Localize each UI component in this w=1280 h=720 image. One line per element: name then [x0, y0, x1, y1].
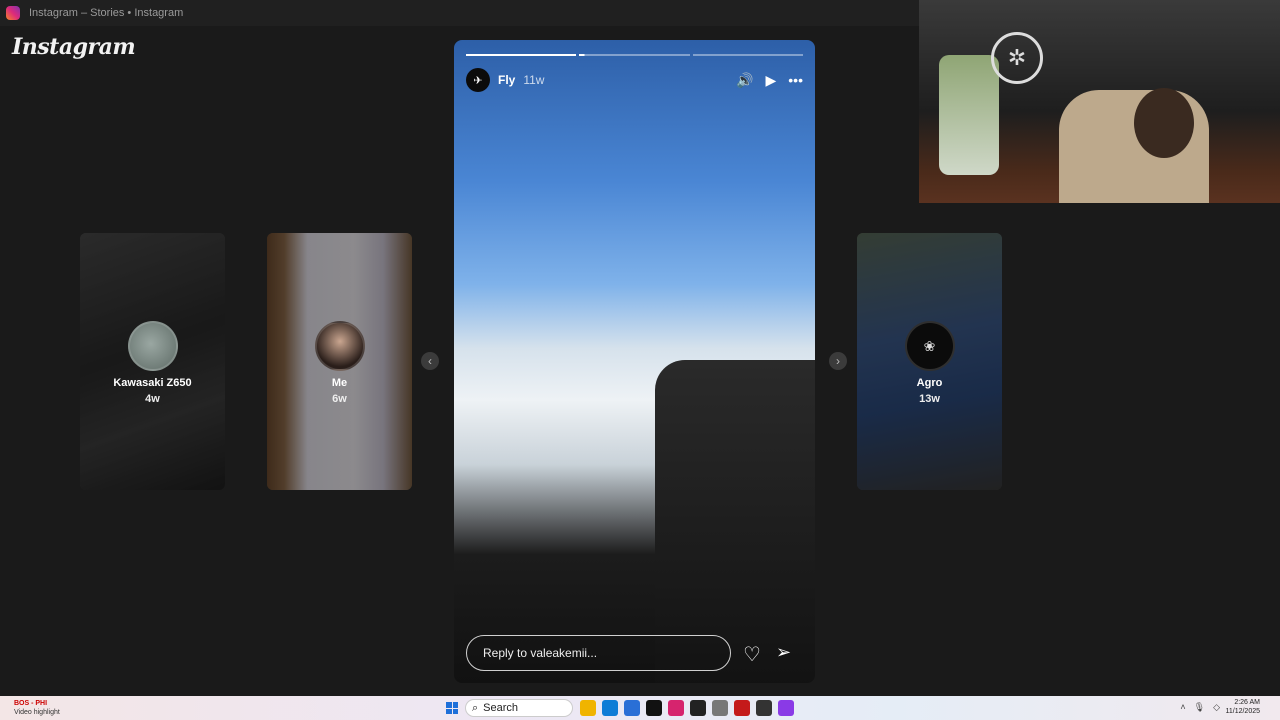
play-icon[interactable]: ▶: [766, 72, 777, 89]
streamer-head: [1134, 88, 1194, 158]
window-title: Instagram – Stories • Instagram: [29, 7, 184, 19]
instagram-icon[interactable]: [668, 700, 684, 716]
heart-icon[interactable]: ♡: [743, 642, 761, 667]
story-card-kawasaki[interactable]: Kawasaki Z650 4w: [80, 233, 225, 490]
taskbar-clock[interactable]: 2:26 AM 11/12/2025: [1225, 698, 1260, 716]
story-author-avatar[interactable]: ✈: [466, 68, 490, 92]
mic-icon[interactable]: 🎙: [1194, 702, 1205, 713]
progress-segment: [579, 54, 690, 56]
chevron-up-icon[interactable]: ˄: [1180, 702, 1185, 713]
taskbar-apps: [580, 700, 794, 716]
story-controls: 🔊 ▶ •••: [736, 72, 803, 89]
progress-segment: [692, 54, 803, 56]
active-story[interactable]: ✈ Fly 11w 🔊 ▶ ••• ♡ ➢: [454, 40, 815, 683]
story-card-agro[interactable]: ❀ Agro 13w: [857, 233, 1002, 490]
more-icon[interactable]: •••: [788, 72, 803, 88]
steering-wheel-icon: ✲: [991, 32, 1043, 84]
story-username: Me: [331, 377, 348, 389]
story-progress-bar: [466, 54, 803, 56]
story-card-me[interactable]: Me 6w: [267, 233, 412, 490]
taskbar-search[interactable]: ⌕ Search: [465, 699, 573, 717]
webcam-overlay: ✲: [919, 0, 1280, 203]
story-avatar: [314, 321, 365, 371]
story-timestamp: 11w: [523, 73, 545, 87]
app-icon-2[interactable]: [756, 700, 772, 716]
reply-input[interactable]: [466, 635, 731, 671]
search-label: Search: [483, 702, 519, 714]
widget-title: BOS - PHI: [14, 700, 48, 707]
edge-icon[interactable]: [602, 700, 618, 716]
volume-icon[interactable]: 🔊: [736, 72, 753, 89]
settings-icon[interactable]: [712, 700, 728, 716]
clock-date: 11/12/2025: [1225, 708, 1260, 715]
story-avatar: ❀: [904, 321, 955, 371]
store-icon[interactable]: [624, 700, 640, 716]
story-age: 6w: [332, 393, 347, 405]
app-icon[interactable]: [690, 700, 706, 716]
story-username: Agro: [916, 377, 943, 389]
story-age: 13w: [919, 393, 940, 405]
instagram-app-icon: [6, 6, 20, 20]
story-header: ✈ Fly 11w 🔊 ▶ •••: [466, 68, 803, 92]
story-author-name[interactable]: Fly: [498, 73, 515, 87]
system-tray: ˄ 🎙 ◇: [1180, 702, 1220, 713]
story-age: 4w: [145, 393, 160, 405]
chevron-right-icon[interactable]: ›: [829, 352, 847, 370]
chevron-left-icon[interactable]: ‹: [421, 352, 439, 370]
windows-start-icon[interactable]: [446, 702, 458, 714]
instagram-logo[interactable]: Instagram: [12, 34, 136, 60]
story-avatar: [127, 321, 178, 371]
widget-subtitle: Video highlight: [14, 709, 60, 716]
clock-time: 2:26 AM: [1234, 699, 1260, 706]
taskbar: BOS - PHI Video highlight ⌕ Search ˄ 🎙 ◇…: [0, 696, 1280, 720]
network-icon[interactable]: ◇: [1213, 702, 1220, 713]
progress-segment: [466, 54, 577, 56]
send-icon[interactable]: ➢: [776, 642, 791, 663]
story-username: Kawasaki Z650: [113, 377, 192, 389]
messenger-icon[interactable]: [778, 700, 794, 716]
tiktok-icon[interactable]: [646, 700, 662, 716]
file-explorer-icon[interactable]: [580, 700, 596, 716]
taskbar-widget[interactable]: BOS - PHI Video highlight: [14, 699, 60, 717]
obs-icon[interactable]: [734, 700, 750, 716]
gaming-chair: [939, 55, 999, 175]
search-icon: ⌕: [472, 701, 479, 714]
